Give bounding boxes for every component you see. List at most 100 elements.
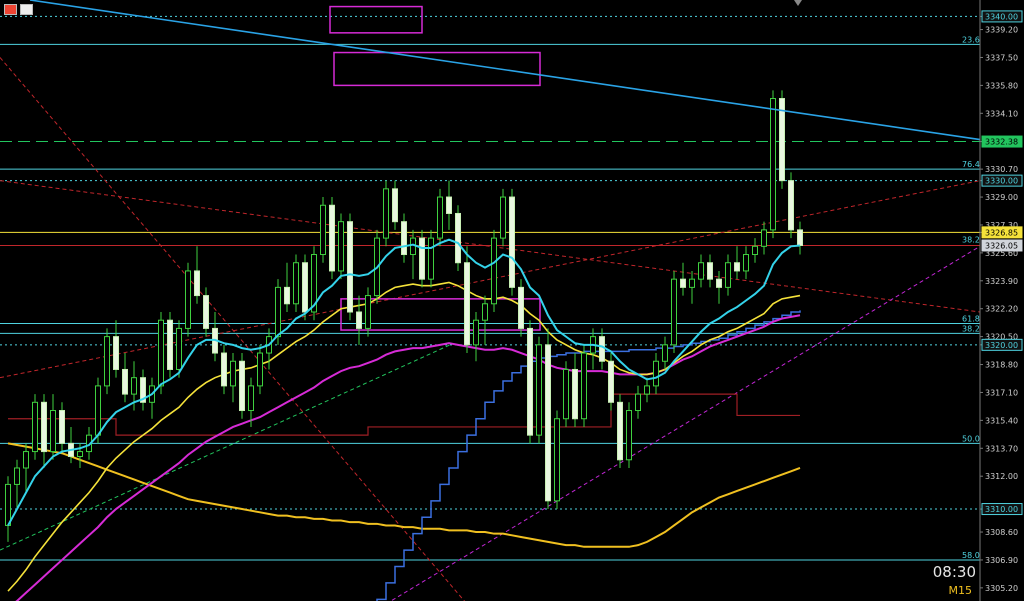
candle-body-82 [743, 254, 749, 272]
candle-body-56 [509, 196, 515, 288]
y-tick-label-24: 3305.20 [985, 584, 1018, 593]
candle-body-49 [446, 196, 452, 214]
candle-body-27 [248, 385, 254, 412]
candle-body-83 [752, 245, 758, 256]
candle-body-6 [59, 410, 65, 444]
candle-body-47 [428, 237, 434, 280]
y-tick-label-1: 3339.20 [985, 26, 1018, 35]
y-tick-label-12: 3323.90 [985, 277, 1018, 286]
candle-body-28 [257, 352, 263, 387]
candle-body-3 [32, 401, 38, 453]
y-tick-label-18: 3315.40 [985, 416, 1018, 425]
fib-label-3: 61.8 [962, 314, 980, 323]
y-tick-label-3: 3335.80 [985, 81, 1018, 90]
candle-body-51 [464, 262, 470, 346]
candle-body-74 [671, 278, 677, 346]
candle-body-40 [365, 295, 371, 329]
candle-body-43 [392, 188, 398, 223]
fib-label-4: 38.2 [962, 324, 980, 333]
candle-body-5 [50, 410, 56, 453]
candle-body-75 [680, 278, 686, 288]
price-chart[interactable]: 3340.00 3339.20 3337.50 3335.80 3334.10 3332.… [0, 0, 1024, 601]
y-tick-label-17: 3317.10 [985, 388, 1018, 397]
candle-body-18 [167, 319, 173, 370]
y-tick-label-6: 3330.70 [985, 165, 1018, 174]
diagonal-dashed-line-2 [0, 57, 466, 601]
candle-body-59 [536, 344, 542, 436]
candle-body-2 [23, 451, 29, 469]
fib-label-5: 50.0 [962, 434, 980, 443]
candle-body-12 [113, 336, 119, 370]
candle-body-63 [572, 368, 578, 420]
candle-body-35 [320, 204, 326, 256]
candle-body-62 [563, 368, 569, 420]
candle-body-44 [401, 221, 407, 256]
candle-body-81 [734, 262, 740, 272]
candle-body-8 [77, 451, 83, 457]
candle-body-67 [608, 360, 614, 403]
candle-body-80 [725, 262, 731, 288]
candle-body-77 [698, 262, 704, 280]
supply-demand-zone-1 [333, 51, 541, 87]
candle-body-54 [491, 237, 497, 305]
price-tag-label-3: 3326.85 [985, 228, 1018, 237]
candle-body-11 [104, 336, 110, 387]
candle-body-72 [653, 360, 659, 387]
fib-label-0: 23.6 [962, 35, 980, 44]
y-tick-label-20: 3312.00 [985, 472, 1018, 481]
y-tick-label-8: 3329.00 [985, 193, 1018, 202]
candle-body-50 [455, 212, 461, 264]
candle-body-24 [221, 352, 227, 387]
y-tick-label-22: 3308.60 [985, 528, 1018, 537]
chart-properties-icon[interactable] [20, 4, 33, 15]
y-tick-label-16: 3318.80 [985, 361, 1018, 370]
fib-label-2: 38.2 [962, 236, 980, 245]
candle-body-19 [176, 327, 182, 370]
candle-body-42 [383, 188, 389, 239]
candle-body-70 [635, 393, 641, 412]
candle-body-85 [770, 98, 776, 231]
candle-body-30 [275, 286, 281, 338]
candle-body-79 [716, 278, 722, 288]
supply-demand-zone-0 [329, 5, 423, 34]
candle-body-36 [329, 204, 335, 272]
candle-body-33 [302, 262, 308, 313]
candle-body-4 [41, 401, 47, 453]
candle-body-46 [419, 237, 425, 280]
candle-body-13 [122, 368, 128, 395]
y-tick-label-4: 3334.10 [985, 109, 1018, 118]
y-tick-label-19: 3313.70 [985, 444, 1018, 453]
candle-body-61 [554, 418, 560, 502]
candle-body-38 [347, 221, 353, 313]
candle-body-14 [131, 377, 137, 395]
candle-body-17 [158, 319, 164, 387]
candle-body-48 [437, 196, 443, 239]
candle-body-66 [599, 336, 605, 362]
candle-body-52 [473, 319, 479, 346]
candle-body-88 [797, 229, 803, 246]
candle-body-78 [707, 262, 713, 280]
chart-shift-marker-icon[interactable] [794, 0, 802, 6]
chart-menu-icon[interactable] [4, 4, 17, 15]
candle-body-73 [662, 344, 668, 362]
ma-yellow-line [7, 281, 801, 592]
candle-body-26 [239, 360, 245, 412]
server-clock: 08:30 [932, 563, 976, 581]
candle-body-37 [338, 221, 344, 272]
ma-slow-yellow-line [7, 442, 801, 548]
price-tag-label-2: 3330.00 [985, 177, 1018, 186]
candle-body-55 [500, 196, 506, 239]
candle-body-53 [482, 303, 488, 321]
y-tick-label-2: 3337.50 [985, 53, 1018, 62]
price-tag-label-5: 3320.00 [985, 341, 1018, 350]
descending-trendline [29, 0, 981, 141]
timeframe-label: M15 [948, 584, 973, 597]
price-tag-label-0: 3340.00 [985, 12, 1018, 21]
candle-body-39 [356, 311, 362, 329]
candle-body-21 [194, 270, 200, 297]
candle-body-68 [617, 401, 623, 461]
candle-body-58 [527, 327, 533, 436]
price-tag-label-1: 3332.38 [985, 138, 1018, 147]
candle-body-31 [284, 286, 290, 305]
candle-body-32 [293, 262, 299, 305]
